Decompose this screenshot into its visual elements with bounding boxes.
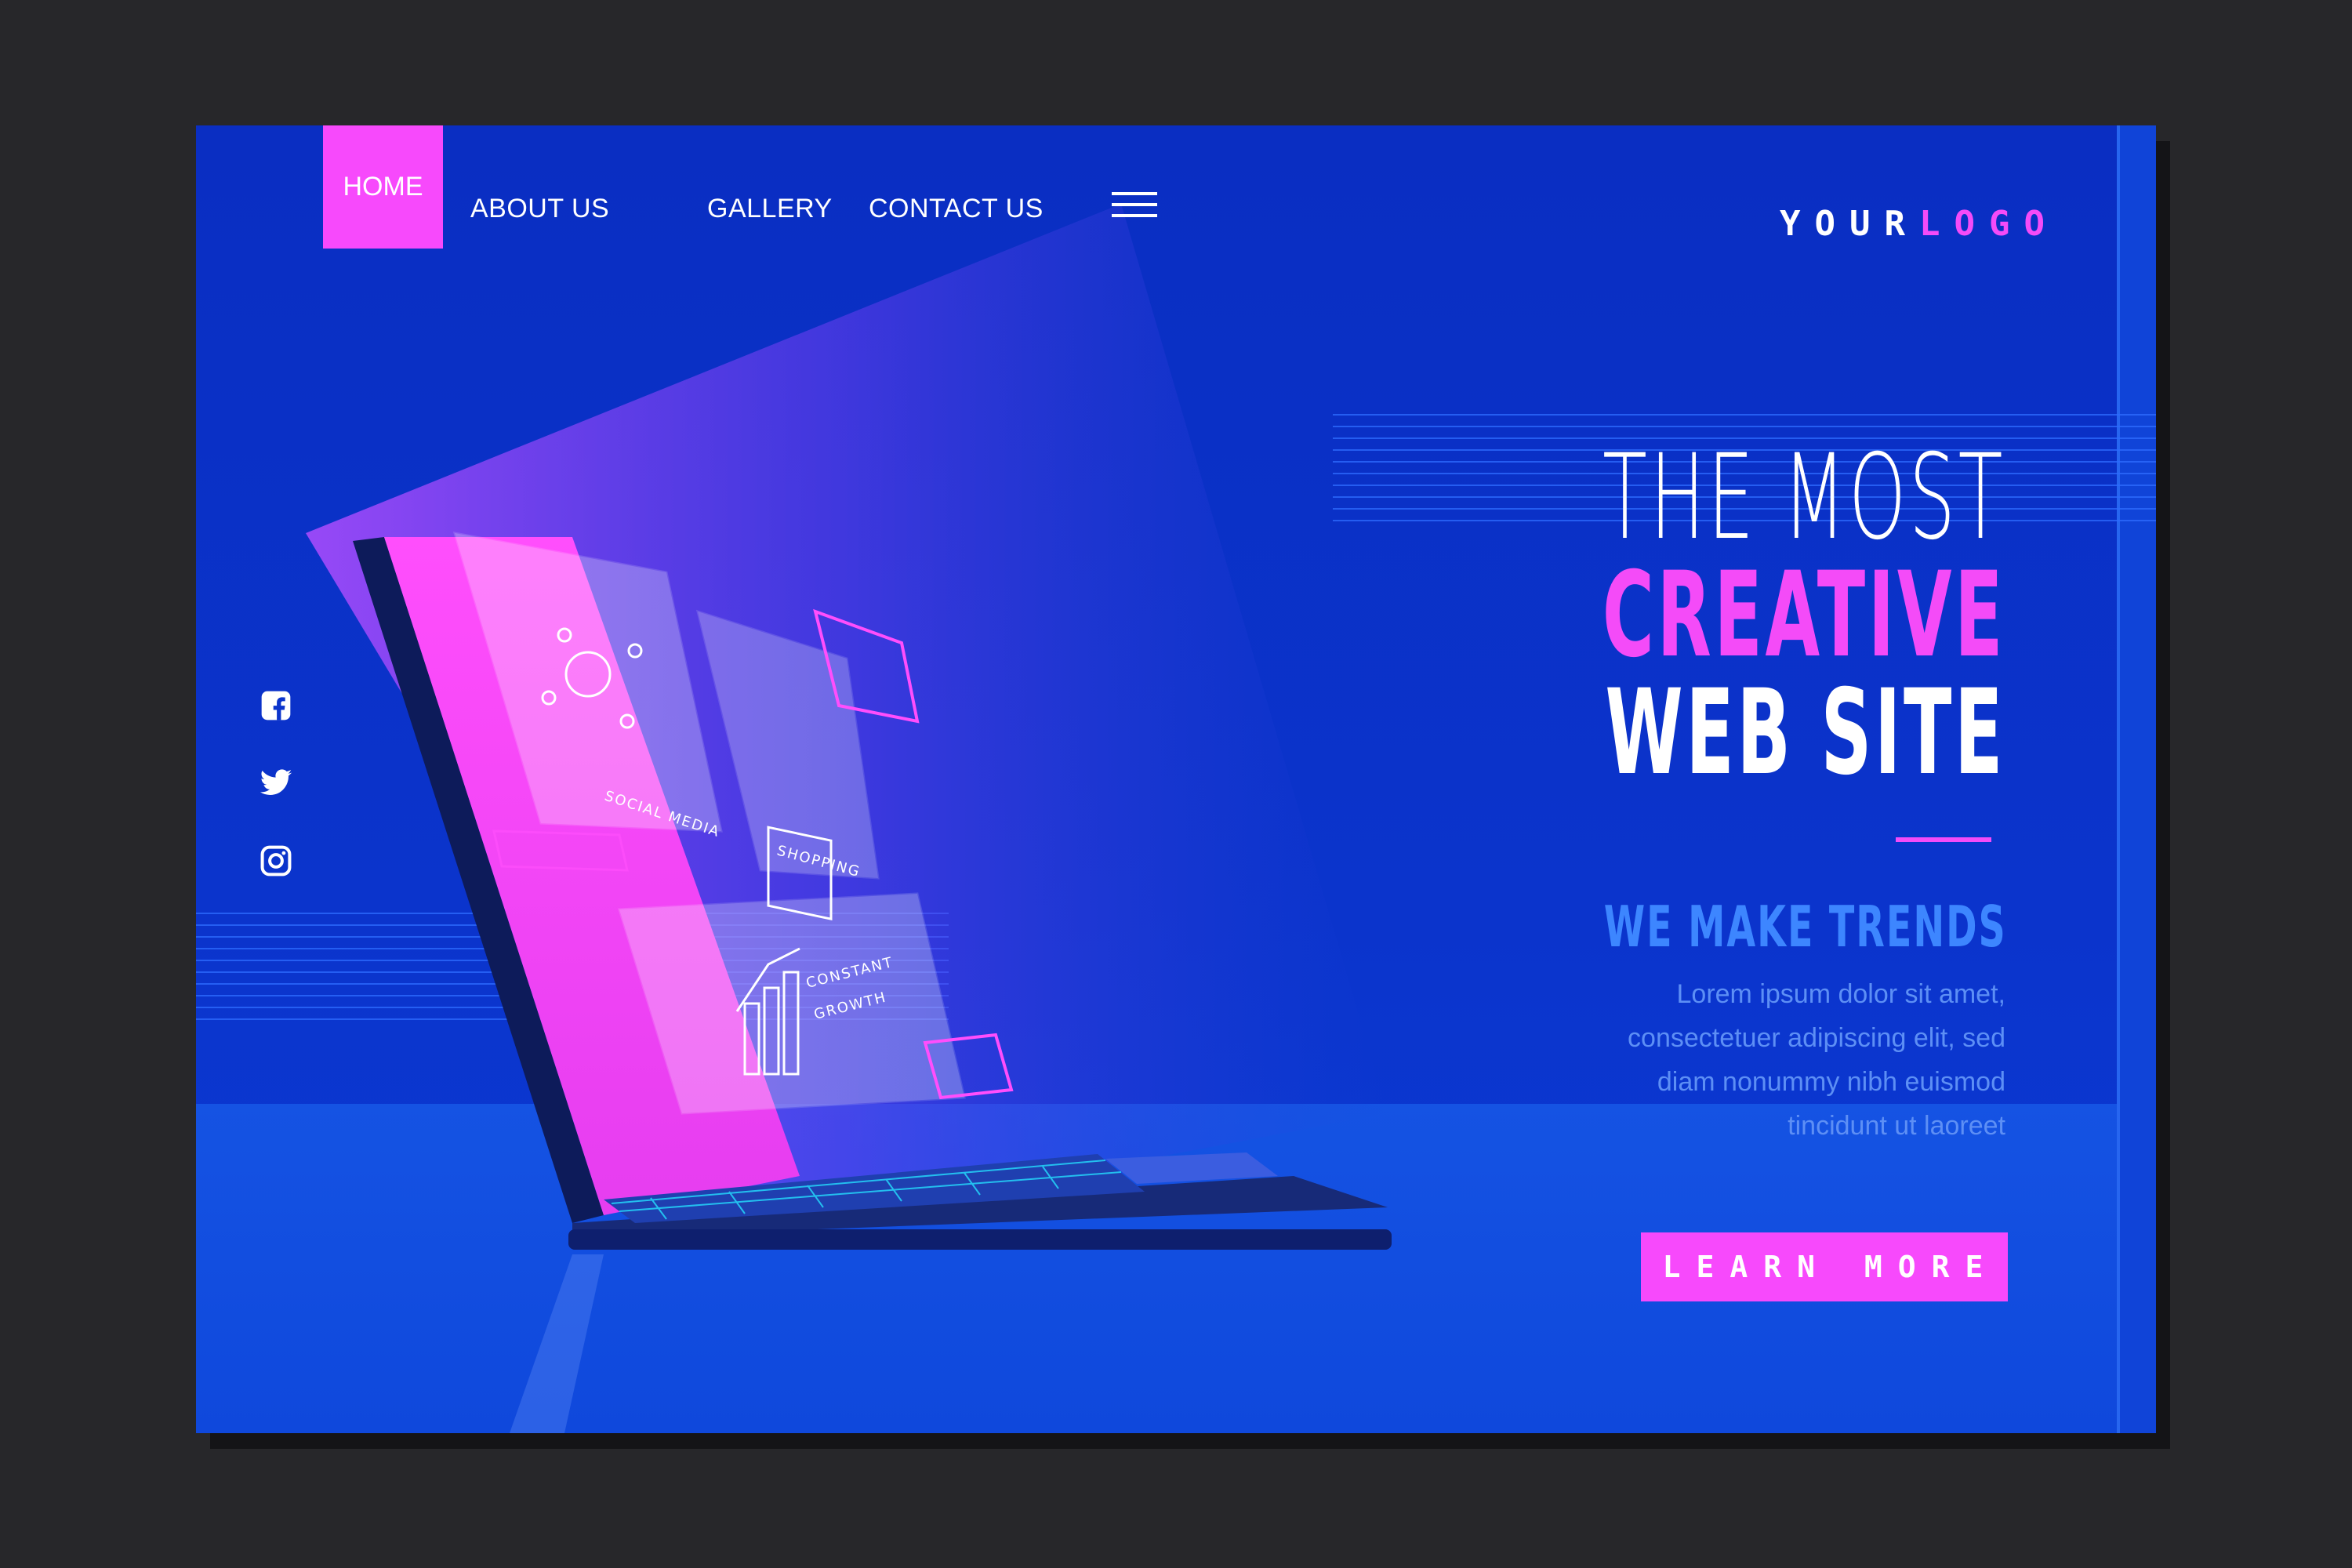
nav-about-us[interactable]: ABOUT US (470, 193, 609, 224)
pink-frame-bottom (923, 1033, 1014, 1100)
svg-text:SHOPPING: SHOPPING (775, 843, 862, 881)
nav-contact-us[interactable]: CONTACT US (869, 193, 1044, 224)
landing-page: SOCIAL MEDIA SHOPPING CONSTANT GROWTH HO… (196, 125, 2156, 1433)
tile-shopping: SHOPPING (695, 609, 880, 920)
body-line: Lorem ipsum dolor sit amet, (1676, 979, 2006, 1009)
body-line: diam nonummy nibh euismod (1657, 1067, 2005, 1097)
decor-lines-left (196, 913, 949, 1030)
logo: YOURLOGO (1780, 204, 2059, 244)
accent-divider (1896, 837, 1991, 842)
scroll-strip (2117, 125, 2156, 1433)
hero-title-line-3: WEB SITE (1605, 665, 2005, 801)
hero-body: Lorem ipsum dolor sit amet, consectetuer… (1457, 972, 2005, 1148)
logo-part-2: LOGO (1918, 204, 2059, 244)
instagram-icon[interactable] (259, 844, 293, 878)
hero-title-line-2: CREATIVE (1602, 547, 2005, 684)
body-line: consectetuer adipiscing elit, sed (1628, 1023, 2005, 1053)
pink-frame-left (492, 829, 629, 872)
light-beam (306, 204, 1388, 1239)
body-line: tincidunt ut laoreet (1788, 1111, 2005, 1141)
logo-part-1: YOUR (1780, 204, 1919, 244)
nav-home[interactable]: HOME (323, 125, 443, 249)
svg-text:SOCIAL MEDIA: SOCIAL MEDIA (602, 788, 722, 841)
nav-gallery[interactable]: GALLERY (707, 193, 833, 224)
tile-social-media: SOCIAL MEDIA (452, 532, 723, 841)
pink-frame-top (813, 608, 920, 724)
hamburger-icon[interactable] (1112, 192, 1157, 220)
learn-more-button[interactable]: LEARN MORE (1641, 1232, 2008, 1301)
hero-title-line-1: THE MOST (1602, 430, 2005, 566)
twitter-icon[interactable] (259, 765, 293, 800)
hero-subtitle: WE MAKE TRENDS (1604, 894, 2007, 960)
facebook-icon[interactable] (259, 688, 293, 723)
